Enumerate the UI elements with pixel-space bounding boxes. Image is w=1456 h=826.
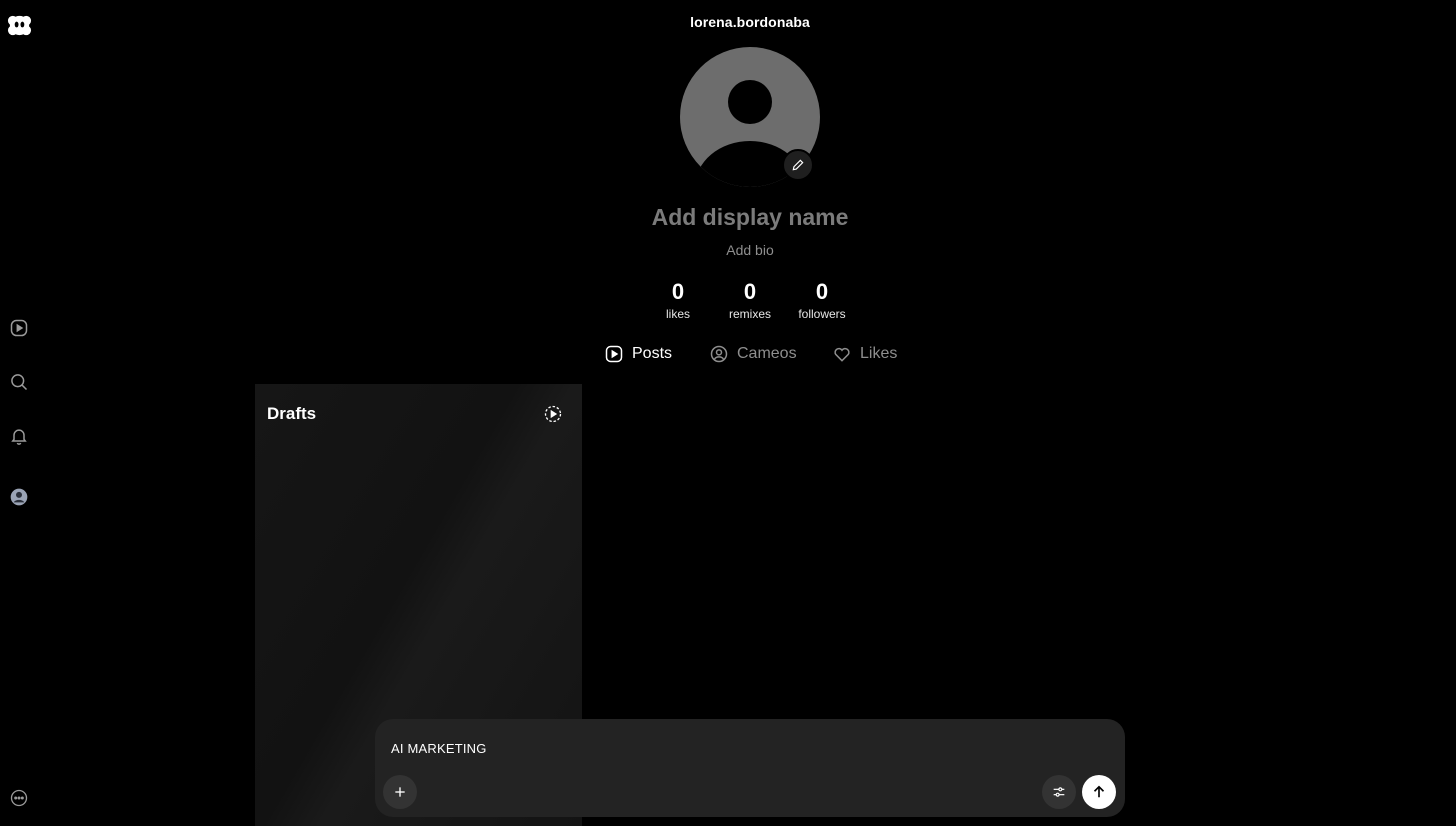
add-button[interactable] — [383, 775, 417, 809]
heart-icon — [834, 347, 850, 362]
bell-icon[interactable] — [8, 425, 30, 447]
stat-followers[interactable]: 0 followers — [777, 278, 867, 322]
profile-username: lorena.bordonaba — [690, 14, 810, 30]
settings-button[interactable] — [1042, 775, 1076, 809]
tab-likes[interactable]: Likes — [832, 340, 897, 368]
more-icon[interactable] — [8, 787, 30, 809]
pencil-icon — [792, 159, 804, 171]
play-square-icon — [605, 345, 623, 363]
plus-icon — [395, 787, 405, 797]
tab-label: Cameos — [737, 345, 797, 362]
stat-label: followers — [798, 307, 846, 321]
profile-icon[interactable] — [8, 486, 30, 508]
search-icon[interactable] — [8, 371, 30, 393]
tab-cameos[interactable]: Cameos — [709, 340, 797, 368]
tab-label: Posts — [632, 345, 673, 362]
sliders-icon — [1053, 787, 1065, 797]
tab-posts[interactable]: Posts — [604, 340, 672, 368]
drafts-title: Drafts — [267, 404, 317, 423]
drafts-play-icon — [543, 404, 563, 424]
bio-placeholder[interactable]: Add bio — [0, 242, 1456, 258]
prompt-composer: AI MARKETING — [375, 719, 1125, 817]
send-button[interactable] — [1082, 775, 1116, 809]
app: lorena.bordonaba Add display name Add bi… — [0, 0, 1456, 826]
arrow-up-icon — [1093, 785, 1105, 798]
display-name-placeholder[interactable]: Add display name — [0, 204, 1456, 231]
edit-avatar-button[interactable] — [782, 149, 814, 181]
tab-label: Likes — [860, 345, 898, 362]
stat-value: 0 — [815, 279, 829, 304]
prompt-input[interactable]: AI MARKETING — [391, 741, 487, 756]
feed-icon[interactable] — [8, 317, 30, 339]
user-circle-icon — [710, 345, 728, 363]
